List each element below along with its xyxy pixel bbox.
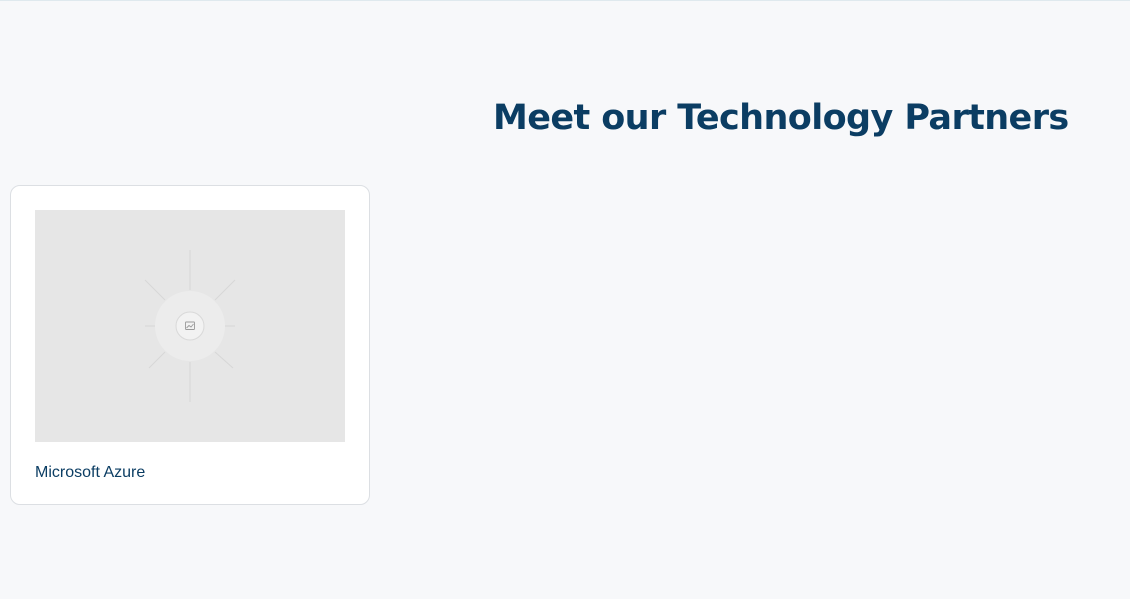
section-title: Meet our Technology Partners [493, 98, 1069, 138]
top-divider [0, 0, 1130, 1]
image-placeholder-icon [144, 250, 236, 402]
partner-name: Microsoft Azure [35, 464, 146, 481]
partner-card-microsoft-azure[interactable]: Microsoft Azure [10, 185, 370, 505]
partner-logo-placeholder [35, 210, 345, 442]
